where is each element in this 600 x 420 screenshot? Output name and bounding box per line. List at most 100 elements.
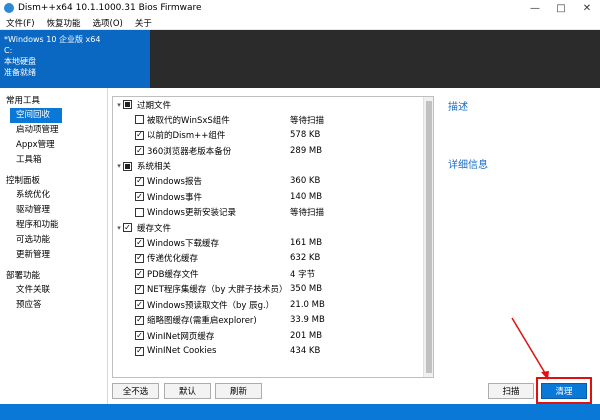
- category-checkbox[interactable]: ✓: [123, 223, 132, 232]
- list-item[interactable]: ✓ WinINet网页缓存 201 MB: [113, 328, 423, 344]
- minimize-button[interactable]: —: [522, 0, 548, 16]
- category-row[interactable]: ▾ ✓ 缓存文件: [113, 220, 423, 235]
- item-size: 201 MB: [290, 330, 323, 341]
- item-checkbox[interactable]: ✓: [135, 315, 144, 325]
- title-bar: Dism++x64 10.1.1000.31 Bios Firmware — □…: [0, 0, 600, 16]
- item-checkbox[interactable]: ✓: [135, 176, 144, 186]
- list-item[interactable]: Windows更新安装记录 等待扫描: [113, 205, 423, 221]
- item-checkbox[interactable]: ✓: [135, 253, 144, 263]
- collapse-icon[interactable]: ▾: [115, 224, 123, 232]
- description-heading: 描述: [448, 102, 468, 113]
- list-item[interactable]: ✓ 缩略图缓存(需重启explorer) 33.9 MB: [113, 313, 423, 329]
- cleanup-list-content: ▾ 过期文件 被取代的WinSxS组件 等待扫描 ✓ 以前的Dism++组件 578 KB ✓…: [113, 97, 423, 377]
- sidebar-group-control-panel: 控制面板: [6, 176, 41, 186]
- item-label: Windows预读取文件（by 辰g.）: [147, 300, 275, 311]
- menu-restore[interactable]: 恢复功能: [41, 17, 87, 29]
- menu-about[interactable]: 关于: [129, 17, 158, 29]
- scroll-thumb[interactable]: [426, 101, 432, 373]
- item-label: Windows事件: [147, 192, 202, 203]
- list-item[interactable]: ✓ Windows预读取文件（by 辰g.） 21.0 MB: [113, 297, 423, 313]
- close-button[interactable]: ✕: [574, 0, 600, 16]
- category-checkbox[interactable]: [123, 100, 132, 109]
- os-name: *Windows 10 企业版 x64: [4, 35, 101, 44]
- sidebar-item-startup[interactable]: 启动项管理: [0, 123, 107, 138]
- collapse-icon[interactable]: ▾: [115, 101, 123, 109]
- item-size: 434 KB: [290, 346, 321, 357]
- sidebar-item-space-cleanup[interactable]: 空间回收: [10, 108, 62, 123]
- item-label: 以前的Dism++组件: [147, 131, 226, 142]
- item-size: 578 KB: [290, 130, 321, 141]
- item-size: 33.9 MB: [290, 315, 325, 326]
- os-session-panel[interactable]: *Windows 10 企业版 x64 C: 本地硬盘 准备就绪: [0, 30, 150, 88]
- sidebar-item-programs[interactable]: 程序和功能: [0, 218, 107, 233]
- menu-file[interactable]: 文件(F): [0, 17, 41, 29]
- sidebar-item-drivers[interactable]: 驱动管理: [0, 203, 107, 218]
- list-item[interactable]: ✓ NET程序集缓存（by 大胖子技术员） 350 MB: [113, 282, 423, 298]
- list-item[interactable]: ✓ WinINet Cookies 434 KB: [113, 344, 423, 360]
- item-size: 等待扫描: [290, 208, 325, 219]
- item-checkbox[interactable]: ✓: [135, 130, 144, 140]
- item-checkbox[interactable]: ✓: [135, 331, 144, 341]
- sidebar-item-answer-file[interactable]: 预应答: [0, 298, 107, 313]
- category-row[interactable]: ▾ 系统相关: [113, 159, 423, 174]
- category-label: 过期文件: [137, 100, 172, 111]
- sidebar-item-toolbox[interactable]: 工具箱: [0, 153, 107, 168]
- app-icon: [4, 3, 14, 13]
- list-item[interactable]: ✓ Windows下载缓存 161 MB: [113, 235, 423, 251]
- item-checkbox[interactable]: ✓: [135, 238, 144, 248]
- sidebar-item-system-optimize[interactable]: 系统优化: [0, 188, 107, 203]
- item-checkbox[interactable]: ✓: [135, 192, 144, 202]
- window-title: Dism++x64 10.1.1000.31 Bios Firmware: [18, 3, 202, 13]
- item-label: WinINet Cookies: [147, 346, 217, 357]
- details-heading: 详细信息: [448, 160, 488, 171]
- list-item[interactable]: ✓ 360浏览器老版本备份 289 MB: [113, 143, 423, 159]
- menu-options[interactable]: 选项(O): [87, 17, 129, 29]
- item-size: 等待扫描: [290, 115, 325, 126]
- item-checkbox[interactable]: ✓: [135, 269, 144, 279]
- category-row[interactable]: ▾ 过期文件: [113, 97, 423, 112]
- item-size: 4 字节: [290, 269, 316, 280]
- item-label: 360浏览器老版本备份: [147, 146, 232, 157]
- scan-button[interactable]: 扫描: [488, 383, 534, 399]
- default-button[interactable]: 默认: [164, 383, 211, 399]
- item-checkbox[interactable]: ✓: [135, 146, 144, 156]
- item-size: 632 KB: [290, 253, 321, 264]
- item-label: 传递优化缓存: [147, 254, 199, 265]
- item-checkbox[interactable]: [135, 115, 144, 125]
- deselect-all-button[interactable]: 全不选: [112, 383, 159, 399]
- item-checkbox[interactable]: [135, 207, 144, 217]
- os-disk: 本地硬盘: [4, 57, 36, 66]
- sidebar-item-optional-features[interactable]: 可选功能: [0, 233, 107, 248]
- menu-bar: 文件(F) 恢复功能 选项(O) 关于: [0, 16, 600, 30]
- sidebar-item-appx[interactable]: Appx管理: [0, 138, 107, 153]
- list-item[interactable]: ✓ 以前的Dism++组件 578 KB: [113, 128, 423, 144]
- collapse-icon[interactable]: ▾: [115, 162, 123, 170]
- list-item[interactable]: ✓ Windows事件 140 MB: [113, 189, 423, 205]
- item-label: Windows报告: [147, 177, 202, 188]
- sidebar-item-updates[interactable]: 更新管理: [0, 248, 107, 263]
- list-item[interactable]: ✓ PDB缓存文件 4 字节: [113, 266, 423, 282]
- list-item[interactable]: 被取代的WinSxS组件 等待扫描: [113, 112, 423, 128]
- item-checkbox[interactable]: ✓: [135, 284, 144, 294]
- sidebar-item-file-association[interactable]: 文件关联: [0, 283, 107, 298]
- item-label: 被取代的WinSxS组件: [147, 115, 230, 126]
- list-item[interactable]: ✓ 传递优化缓存 632 KB: [113, 251, 423, 267]
- maximize-button[interactable]: □: [548, 0, 574, 16]
- refresh-button[interactable]: 刷新: [215, 383, 262, 399]
- item-checkbox[interactable]: ✓: [135, 346, 144, 356]
- item-checkbox[interactable]: ✓: [135, 300, 144, 310]
- item-label: Windows更新安装记录: [147, 208, 236, 219]
- window-controls: — □ ✕: [522, 0, 600, 16]
- item-label: NET程序集缓存（by 大胖子技术员）: [147, 285, 288, 296]
- item-label: PDB缓存文件: [147, 269, 199, 280]
- item-size: 140 MB: [290, 191, 323, 202]
- category-checkbox[interactable]: [123, 161, 132, 171]
- list-item[interactable]: ✓ Windows报告 360 KB: [113, 174, 423, 190]
- sidebar: 常用工具 空间回收 启动项管理 Appx管理 工具箱 控制面板 系统优化 驱动管…: [0, 88, 108, 404]
- sidebar-group-deployment: 部署功能: [6, 271, 41, 281]
- clean-button[interactable]: 清理: [541, 383, 587, 399]
- sidebar-group-common-tools: 常用工具: [6, 96, 41, 106]
- list-scrollbar[interactable]: [423, 97, 433, 377]
- item-size: 21.0 MB: [290, 299, 325, 310]
- os-drive: C:: [4, 46, 13, 55]
